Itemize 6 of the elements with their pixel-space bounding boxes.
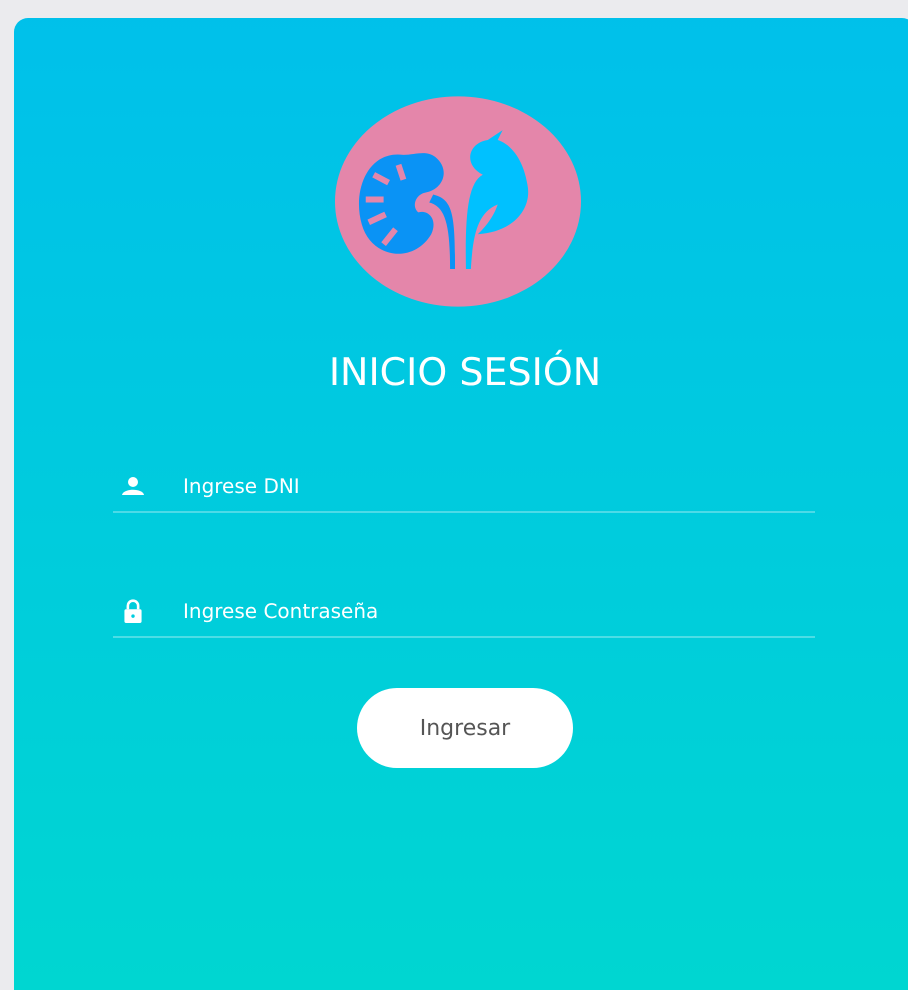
input-field[interactable]: Ingrese DNI [181, 473, 815, 499]
kidney-logo-icon [334, 95, 582, 309]
user-icon [121, 474, 145, 498]
login-title: INICIO SESIÓN [328, 348, 602, 396]
login-button[interactable]: Ingresar [357, 688, 573, 768]
input-field[interactable]: Ingrese Contraseña [181, 598, 815, 624]
